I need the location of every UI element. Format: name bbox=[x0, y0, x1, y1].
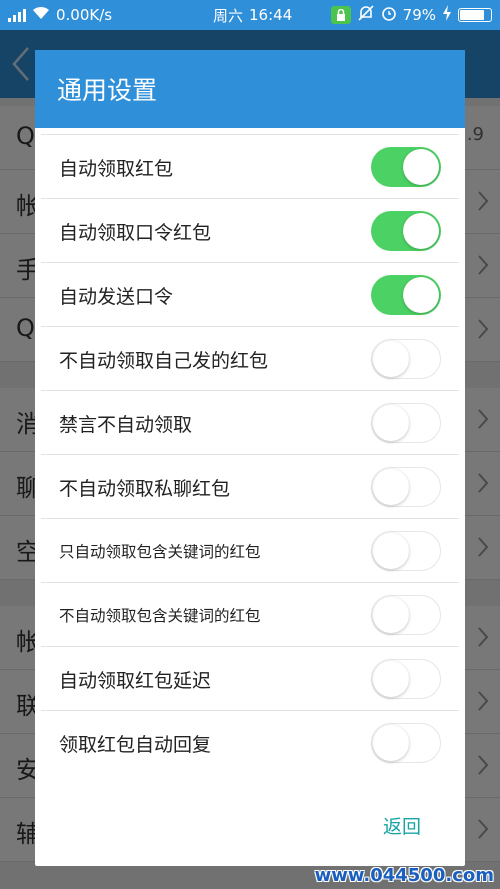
watermark: www.044500.com bbox=[314, 865, 494, 886]
setting-toggle[interactable] bbox=[371, 211, 441, 251]
battery-percent: 79% bbox=[402, 6, 436, 24]
setting-row: 领取红包自动回复 bbox=[41, 710, 459, 774]
battery-icon bbox=[458, 8, 492, 22]
setting-row: 自动领取红包延迟 bbox=[41, 646, 459, 710]
status-time: 16:44 bbox=[249, 6, 293, 24]
setting-row: 不自动领取自己发的红包 bbox=[41, 326, 459, 390]
dialog-title: 通用设置 bbox=[35, 50, 465, 128]
setting-row: 只自动领取包含关键词的红包 bbox=[41, 518, 459, 582]
toggle-knob bbox=[373, 661, 409, 697]
setting-toggle[interactable] bbox=[371, 275, 441, 315]
setting-toggle[interactable] bbox=[371, 723, 441, 763]
setting-label: 禁言不自动领取 bbox=[59, 413, 193, 436]
setting-row: 不自动领取私聊红包 bbox=[41, 454, 459, 518]
setting-label: 不自动领取包含关键词的红包 bbox=[59, 607, 261, 625]
signal-icon bbox=[8, 8, 26, 22]
setting-toggle[interactable] bbox=[371, 467, 441, 507]
toggle-knob bbox=[373, 597, 409, 633]
toggle-knob bbox=[373, 405, 409, 441]
setting-row: 自动领取口令红包 bbox=[41, 198, 459, 262]
setting-row: 不自动领取包含关键词的红包 bbox=[41, 582, 459, 646]
status-day: 周六 bbox=[213, 6, 244, 25]
setting-toggle[interactable] bbox=[371, 403, 441, 443]
general-settings-dialog: 通用设置 自动领取红包自动领取口令红包 自动发送口令不自动领取自己发的红包 禁言不自… bbox=[35, 50, 465, 866]
setting-label: 不自动领取私聊红包 bbox=[59, 477, 231, 500]
setting-label: 自动领取红包 bbox=[59, 157, 174, 180]
net-speed: 0.00K/s bbox=[56, 6, 113, 24]
setting-toggle[interactable] bbox=[371, 147, 441, 187]
toggle-knob bbox=[403, 149, 439, 185]
return-button[interactable]: 返回 bbox=[383, 812, 421, 839]
toggle-knob bbox=[403, 277, 439, 313]
setting-row: 自动领取红包 bbox=[41, 134, 459, 198]
alarm-icon bbox=[381, 5, 397, 25]
mute-icon bbox=[357, 5, 375, 25]
toggle-knob bbox=[373, 533, 409, 569]
setting-toggle[interactable] bbox=[371, 659, 441, 699]
setting-label: 自动领取口令红包 bbox=[59, 221, 212, 244]
setting-toggle[interactable] bbox=[371, 531, 441, 571]
setting-label: 领取红包自动回复 bbox=[59, 733, 212, 756]
status-bar: 0.00K/s 周六 16:44 79% bbox=[0, 0, 500, 30]
wifi-icon bbox=[32, 6, 50, 24]
setting-toggle[interactable] bbox=[371, 339, 441, 379]
setting-toggle[interactable] bbox=[371, 595, 441, 635]
toggle-knob bbox=[403, 213, 439, 249]
setting-label: 自动发送口令 bbox=[59, 285, 174, 308]
lock-icon bbox=[330, 6, 351, 24]
toggle-knob bbox=[373, 341, 409, 377]
setting-row: 自动发送口令 bbox=[41, 262, 459, 326]
setting-label: 只自动领取包含关键词的红包 bbox=[59, 543, 261, 561]
setting-row: 禁言不自动领取 bbox=[41, 390, 459, 454]
toggle-knob bbox=[373, 469, 409, 505]
setting-label: 不自动领取自己发的红包 bbox=[59, 349, 269, 372]
charging-icon bbox=[442, 5, 452, 25]
setting-label: 自动领取红包延迟 bbox=[59, 669, 212, 692]
toggle-knob bbox=[373, 725, 409, 761]
